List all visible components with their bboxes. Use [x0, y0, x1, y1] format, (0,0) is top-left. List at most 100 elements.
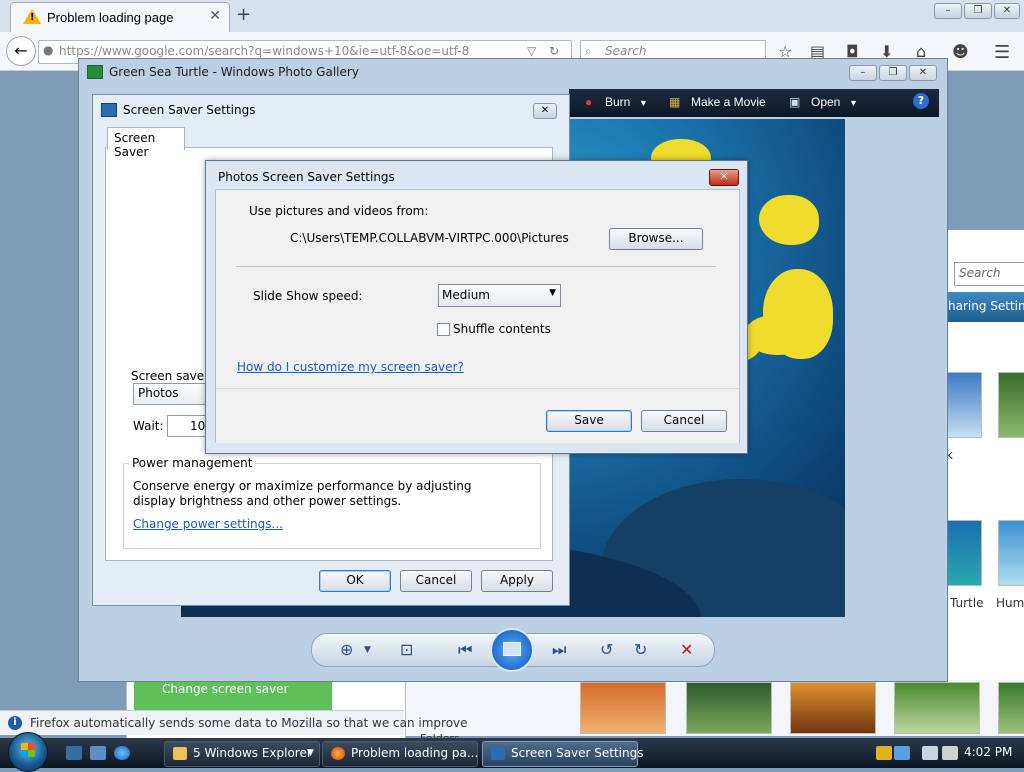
tab-screen-saver-label: Screen Saver [114, 131, 156, 159]
internet-explorer-icon[interactable] [114, 746, 130, 760]
burn-icon: ● [585, 95, 593, 109]
minimize-button[interactable]: – [934, 3, 962, 19]
previous-icon[interactable]: ⏮ [458, 640, 472, 660]
zoom-icon[interactable]: ⊕ [340, 640, 353, 659]
globe-icon: ● [43, 43, 54, 57]
rotate-left-icon[interactable]: ↺ [600, 640, 613, 659]
help-icon[interactable]: ? [913, 93, 929, 109]
pg-minimize-button[interactable]: – [849, 65, 877, 81]
chat-icon[interactable]: ☻ [952, 42, 969, 61]
taskbar-item-windows-explorer[interactable]: 5 Windows Explorer ▼ [164, 741, 320, 767]
save-button[interactable]: Save [546, 410, 632, 432]
windows-logo-icon [21, 743, 35, 757]
photos-settings-body: Use pictures and videos from: C:\Users\T… [215, 189, 740, 443]
explorer-search-input[interactable]: Search [954, 262, 1024, 286]
photo-gallery-toolbar: ● Burn ▼ ▦ Make a Movie ▣ Open ▼ ? [569, 89, 939, 117]
security-shield-icon[interactable] [876, 746, 892, 760]
show-desktop-icon[interactable] [66, 746, 82, 760]
ps-cancel-button[interactable]: Cancel [641, 410, 727, 432]
close-window-button[interactable]: ✕ [994, 3, 1020, 19]
pg-close-button[interactable]: ✕ [909, 65, 937, 81]
close-tab-icon[interactable]: ✕ [209, 8, 221, 24]
volume-muted-icon[interactable] [942, 746, 958, 760]
clock[interactable]: 4:02 PM [964, 745, 1012, 759]
next-icon[interactable]: ⏭ [552, 640, 566, 660]
firefox-tab[interactable]: ! Problem loading page ✕ [10, 2, 230, 33]
warning-icon: ! [23, 9, 41, 24]
shuffle-contents-label[interactable]: Shuffle contents [453, 322, 551, 336]
chevron-down-icon[interactable]: ▼ [364, 645, 371, 655]
ss-close-button[interactable]: ✕ [533, 103, 557, 119]
maximize-button[interactable]: ❐ [964, 3, 992, 19]
open-icon: ▣ [789, 95, 801, 109]
screen-saver-select[interactable]: Photos [133, 383, 215, 405]
url-text: https://www.google.com/search?q=windows+… [59, 44, 470, 58]
back-button[interactable]: ← [6, 36, 36, 66]
switch-windows-icon[interactable] [90, 746, 106, 760]
tab-screen-saver[interactable]: Screen Saver [107, 127, 185, 159]
menu-icon[interactable]: ☰ [994, 42, 1010, 63]
taskbar-item-label: Screen Saver Settings [511, 746, 644, 760]
actual-size-icon[interactable]: ⊡ [400, 640, 413, 659]
thumbnail[interactable] [998, 520, 1024, 586]
taskbar: 5 Windows Explorer ▼ Problem loading pa.… [0, 732, 1024, 772]
ok-button[interactable]: OK [319, 570, 391, 592]
burn-button[interactable]: Burn [605, 95, 630, 109]
cancel-button[interactable]: Cancel [400, 570, 472, 592]
photo-gallery-icon [87, 65, 103, 79]
firefox-notification-bar: i Firefox automatically sends some data … [0, 710, 468, 735]
change-screen-saver-label: Change screen saver [162, 682, 289, 696]
new-tab-icon[interactable]: + [236, 4, 251, 25]
explorer-search-placeholder: Search [959, 266, 1001, 280]
chevron-down-icon[interactable]: ▼ [639, 98, 648, 108]
fish [759, 195, 819, 245]
network-status-icon[interactable] [922, 746, 938, 760]
slide-show-speed-label: Slide Show speed: [253, 289, 363, 303]
slideshow-icon [503, 642, 521, 656]
slideshow-button[interactable] [490, 628, 534, 672]
thumbnail[interactable] [894, 682, 980, 734]
pictures-path: C:\Users\TEMP.COLLABVM-VIRTPC.000\Pictur… [290, 231, 569, 245]
photos-settings-title: Photos Screen Saver Settings [218, 170, 395, 184]
reload-icon[interactable]: ↻ [549, 44, 559, 58]
start-button[interactable] [8, 732, 48, 772]
thumbnail[interactable] [580, 682, 666, 734]
taskbar-item-firefox[interactable]: Problem loading pa... [322, 741, 478, 767]
dropdown-icon[interactable]: ▽ [527, 44, 536, 58]
rotate-right-icon[interactable]: ↻ [634, 640, 647, 659]
open-button[interactable]: Open [811, 95, 840, 109]
taskbar-item-screen-saver-settings[interactable]: Screen Saver Settings [482, 741, 644, 767]
taskbar-item-label: 5 Windows Explorer [193, 746, 312, 760]
ps-close-button[interactable]: ✕ [709, 169, 739, 186]
thumbnail[interactable] [946, 520, 982, 586]
explorer-toolbar: haring Settings [946, 292, 1024, 322]
firefox-icon [331, 747, 345, 760]
thumbnail[interactable] [790, 682, 876, 734]
screen-saver-icon [491, 747, 505, 760]
chevron-down-icon[interactable]: ▼ [849, 98, 858, 108]
screen-saver-icon [101, 103, 117, 117]
chevron-down-icon: ▼ [307, 748, 314, 758]
sharing-settings-button[interactable]: haring Settings [948, 299, 1024, 313]
thumbnail[interactable] [946, 372, 982, 438]
delete-icon[interactable]: ✕ [680, 640, 693, 659]
thumbnail[interactable] [998, 682, 1024, 734]
pg-maximize-button[interactable]: ❐ [879, 65, 907, 81]
thumbnail[interactable] [686, 682, 772, 734]
browse-button[interactable]: Browse... [609, 228, 703, 250]
thumbnail[interactable] [998, 372, 1024, 438]
network-icon[interactable] [894, 746, 910, 760]
apply-button[interactable]: Apply [481, 570, 553, 592]
info-icon: i [8, 716, 22, 730]
make-a-movie-button[interactable]: Make a Movie [691, 95, 766, 109]
photos-screen-saver-settings-dialog: Photos Screen Saver Settings ✕ Use pictu… [205, 160, 748, 454]
slide-show-speed-select[interactable]: Medium ▼ [438, 284, 561, 307]
customize-help-link[interactable]: How do I customize my screen saver? [237, 360, 464, 374]
wait-minutes-input[interactable]: 10 [167, 415, 209, 437]
folder-icon [173, 747, 187, 760]
power-management-title: Power management [129, 456, 256, 470]
shuffle-contents-checkbox[interactable] [437, 323, 450, 336]
taskbar-item-label: Problem loading pa... [351, 746, 479, 760]
photo-gallery-title: Green Sea Turtle - Windows Photo Gallery [109, 65, 359, 79]
change-power-settings-link[interactable]: Change power settings... [133, 517, 283, 531]
